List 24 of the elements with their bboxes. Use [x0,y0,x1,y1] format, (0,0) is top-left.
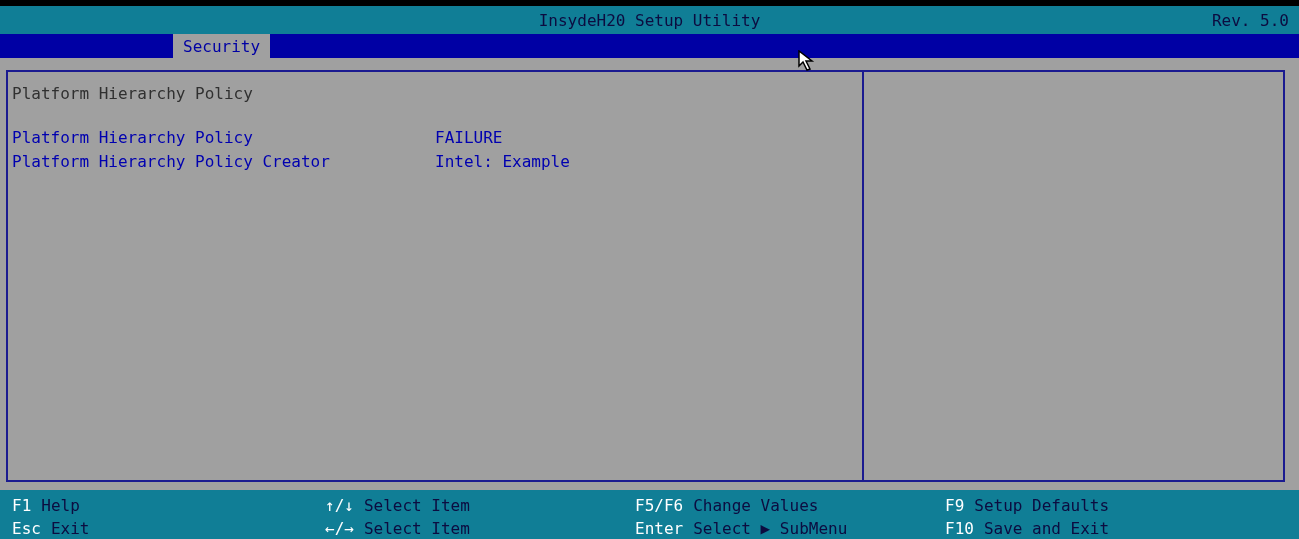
key-label: ←/→ [325,519,354,538]
setting-value: Intel: Example [435,151,570,171]
key-label: Enter [635,519,684,538]
tab[interactable]: Security [173,34,271,58]
key-action: Save and Exit [983,519,1110,538]
setting-label[interactable]: Platform Hierarchy Policy [12,127,435,147]
setting-label[interactable]: Platform Hierarchy Policy Creator [12,151,435,171]
window-title: InsydeH20 Setup Utility [538,10,761,30]
setting-value: FAILURE [435,127,503,147]
key-label: ↑/↓ [325,496,354,515]
key-label: F1 [12,496,32,515]
key-label: Esc [12,519,41,538]
section-heading: Platform Hierarchy Policy [12,84,254,103]
key-action: Exit [50,519,90,538]
key-action: Help [41,496,80,515]
key-label: F10 [945,519,974,538]
key-action: Select Item [363,519,470,538]
revision-label: Rev. 5.0 [1211,11,1289,30]
key-label: F5/F6 [635,496,684,515]
key-action: Change Values [693,496,819,515]
key-action: Setup Defaults [974,496,1110,515]
key-label: F9 [945,496,965,515]
key-action: Select ▶ SubMenu [693,519,848,538]
key-action: Select Item [363,496,470,515]
